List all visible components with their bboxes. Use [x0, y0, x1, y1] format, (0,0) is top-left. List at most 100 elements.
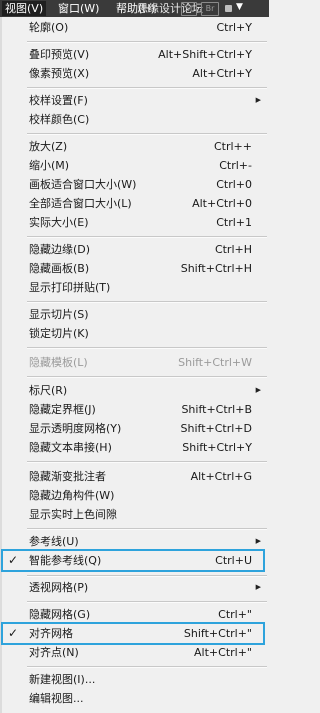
submenu-arrow-icon: ▶: [255, 583, 261, 591]
menu-item-label: 透视网格(P): [29, 581, 89, 594]
menu-item-label: 显示打印拼贴(T): [29, 281, 111, 294]
menu-separator: [27, 236, 267, 238]
menu-item-shortcut: Ctrl+U: [215, 554, 252, 567]
menu-window[interactable]: 窗口(W): [55, 1, 102, 16]
menu-item-label: 对齐网格: [29, 627, 73, 640]
menu-item-show-print-tiling[interactable]: 显示打印拼贴(T): [0, 278, 269, 297]
menu-item-label: 隐藏定界框(J): [29, 403, 96, 416]
menu-item-show-slices[interactable]: 显示切片(S): [0, 305, 269, 324]
menu-item-snap-to-point[interactable]: 对齐点(N) Alt+Ctrl+": [0, 643, 269, 662]
menu-separator: [27, 301, 267, 303]
menu-item-label: 编辑视图...: [29, 692, 84, 705]
menu-item-shortcut: Ctrl++: [213, 140, 252, 153]
menu-item-proof-colors[interactable]: 校样颜色(C): [0, 110, 269, 129]
menu-item-hide-template: 隐藏模板(L) Shift+Ctrl+W: [0, 353, 269, 372]
menu-item-hide-corner-widget[interactable]: 隐藏边角构件(W): [0, 486, 269, 505]
checkmark-icon: ✓: [8, 553, 19, 567]
menu-item-label: 隐藏边缘(D): [29, 243, 91, 256]
checkmark-icon: ✓: [8, 626, 19, 640]
menu-item-show-live-paint-gaps[interactable]: 显示实时上色间隙: [0, 505, 269, 524]
menu-separator: [27, 133, 267, 135]
menu-item-label: 锁定切片(K): [29, 327, 89, 340]
menu-item-hide-gradient-annotator[interactable]: 隐藏渐变批注者 Alt+Ctrl+G: [0, 467, 269, 486]
menu-item-rulers[interactable]: 标尺(R) ▶: [0, 381, 269, 400]
menu-item-smart-guides[interactable]: ✓ 智能参考线(Q) Ctrl+U: [0, 551, 269, 570]
menu-item-actual-size[interactable]: 实际大小(E) Ctrl+1: [0, 213, 269, 232]
menu-separator: [27, 87, 267, 89]
menu-item-hide-artboards[interactable]: 隐藏画板(B) Shift+Ctrl+H: [0, 259, 269, 278]
submenu-arrow-icon: ▶: [255, 386, 261, 394]
menu-item-shortcut: Ctrl+Y: [216, 21, 252, 34]
menu-item-shortcut: Alt+Ctrl+G: [190, 470, 252, 483]
menu-item-show-transparency-grid[interactable]: 显示透明度网格(Y) Shift+Ctrl+D: [0, 419, 269, 438]
menu-item-shortcut: Alt+Ctrl+0: [192, 197, 252, 210]
menu-item-label: 显示切片(S): [29, 308, 89, 321]
menu-item-label: 隐藏模板(L): [29, 356, 88, 369]
menu-item-snap-to-grid[interactable]: ✓ 对齐网格 Shift+Ctrl+": [0, 624, 269, 643]
stock-icon[interactable]: St: [181, 2, 197, 16]
menu-item-label: 显示实时上色间隙: [29, 508, 117, 521]
menu-view[interactable]: 视图(V): [2, 1, 47, 16]
menu-item-label: 隐藏文本串接(H): [29, 441, 112, 454]
menu-item-proof-setup[interactable]: 校样设置(F) ▶: [0, 91, 269, 110]
menu-item-label: 像素预览(X): [29, 67, 90, 80]
menu-item-shortcut: Ctrl+-: [219, 159, 252, 172]
menu-item-shortcut: Shift+Ctrl+D: [180, 422, 252, 435]
menu-item-label: 放大(Z): [29, 140, 68, 153]
menu-item-fit-all[interactable]: 全部适合窗口大小(L) Alt+Ctrl+0: [0, 194, 269, 213]
menu-separator: [27, 376, 267, 378]
menu-separator: [27, 41, 267, 43]
menu-item-label: 隐藏渐变批注者: [29, 470, 106, 483]
menu-item-label: 显示透明度网格(Y): [29, 422, 122, 435]
menu-item-label: 缩小(M): [29, 159, 70, 172]
menu-item-label: 智能参考线(Q): [29, 554, 102, 567]
menu-separator: [27, 347, 267, 349]
menu-item-label: 画板适合窗口大小(W): [29, 178, 137, 191]
menu-item-label: 轮廓(O): [29, 21, 69, 34]
menu-item-shortcut: Ctrl+H: [214, 243, 252, 256]
bridge-icon[interactable]: Br: [201, 2, 219, 16]
menu-item-zoom-out[interactable]: 缩小(M) Ctrl+-: [0, 156, 269, 175]
view-menu-dropdown: 轮廓(O) Ctrl+Y 叠印预览(V) Alt+Shift+Ctrl+Y 像素…: [0, 17, 269, 713]
menu-item-shortcut: Shift+Ctrl+Y: [182, 441, 252, 454]
menu-item-label: 标尺(R): [29, 384, 68, 397]
menu-separator: [27, 575, 267, 577]
menu-item-hide-edges[interactable]: 隐藏边缘(D) Ctrl+H: [0, 240, 269, 259]
menu-item-edit-views[interactable]: 编辑视图...: [0, 689, 269, 708]
menu-item-shortcut: Alt+Ctrl+": [194, 646, 252, 659]
submenu-arrow-icon: ▶: [255, 96, 261, 104]
menu-item-label: 隐藏画板(B): [29, 262, 90, 275]
menu-item-label: 全部适合窗口大小(L): [29, 197, 132, 210]
menu-item-shortcut: Shift+Ctrl+W: [178, 356, 252, 369]
menu-item-new-view[interactable]: 新建视图(I)...: [0, 670, 269, 689]
menu-item-shortcut: Shift+Ctrl+H: [180, 262, 252, 275]
menu-item-overprint-preview[interactable]: 叠印预览(V) Alt+Shift+Ctrl+Y: [0, 45, 269, 64]
menu-bar: 视图(V) 窗口(W) 帮助(H) 思缘设计论坛 St Br ▼: [0, 0, 269, 17]
menu-separator: [27, 666, 267, 668]
menu-item-perspective-grid[interactable]: 透视网格(P) ▶: [0, 578, 269, 597]
menu-item-label: 对齐点(N): [29, 646, 79, 659]
menu-item-label: 校样设置(F): [29, 94, 88, 107]
menu-item-shortcut: Shift+Ctrl+": [183, 627, 252, 640]
menu-item-lock-slices[interactable]: 锁定切片(K): [0, 324, 269, 343]
menu-item-shortcut: Shift+Ctrl+B: [181, 403, 252, 416]
menu-item-zoom-in[interactable]: 放大(Z) Ctrl++: [0, 137, 269, 156]
chevron-down-icon[interactable]: ▼: [236, 2, 243, 12]
menu-item-label: 隐藏边角构件(W): [29, 489, 115, 502]
menu-item-outline[interactable]: 轮廓(O) Ctrl+Y: [0, 18, 269, 37]
menu-item-label: 实际大小(E): [29, 216, 89, 229]
menu-item-shortcut: Ctrl+1: [216, 216, 252, 229]
menu-item-hide-text-threads[interactable]: 隐藏文本串接(H) Shift+Ctrl+Y: [0, 438, 269, 457]
menu-item-hide-bounding-box[interactable]: 隐藏定界框(J) Shift+Ctrl+B: [0, 400, 269, 419]
menu-separator: [27, 461, 267, 463]
workspace-icon[interactable]: [225, 5, 232, 12]
menu-separator: [27, 528, 267, 530]
menu-item-label: 新建视图(I)...: [29, 673, 96, 686]
menu-item-shortcut: Ctrl+0: [216, 178, 252, 191]
menu-item-pixel-preview[interactable]: 像素预览(X) Alt+Ctrl+Y: [0, 64, 269, 83]
menu-item-fit-artboard[interactable]: 画板适合窗口大小(W) Ctrl+0: [0, 175, 269, 194]
menu-item-label: 叠印预览(V): [29, 48, 90, 61]
menu-item-shortcut: Alt+Ctrl+Y: [192, 67, 252, 80]
menu-separator: [27, 601, 267, 603]
menu-item-label: 校样颜色(C): [29, 113, 90, 126]
